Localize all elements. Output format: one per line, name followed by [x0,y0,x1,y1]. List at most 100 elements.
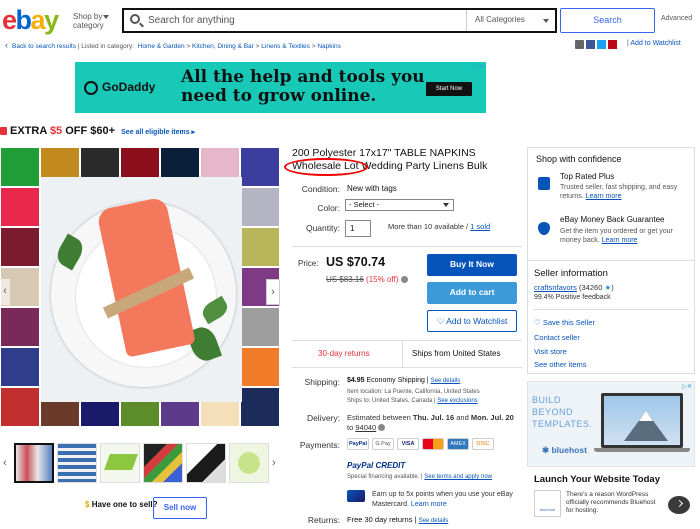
highlight-circle [284,158,368,176]
back-to-results-link[interactable]: Back to search results [12,43,76,50]
ad-banner[interactable]: GoDaddy All the help and tools you need … [75,62,486,113]
returns-value: Free 30 day returns | See details [347,515,449,524]
coupon-icon [0,127,7,135]
sell-now-button[interactable]: Sell now [153,497,207,519]
next-image-button[interactable]: › [266,279,280,305]
dollar-icon: $ [85,500,90,509]
pinterest-icon[interactable] [608,40,617,50]
divider [292,367,522,368]
thumbnail-3[interactable] [100,443,140,483]
add-to-cart-button[interactable]: Add to cart [427,282,517,304]
payment-methods: PayPalG PayVISAMCAMEXDISC [347,438,497,450]
buy-it-now-button[interactable]: Buy It Now [427,254,517,276]
top-rated-icon [538,177,550,190]
seller-information-title: Seller information [534,268,608,279]
price-value: US $70.74 [326,255,386,269]
visa-icon: VISA [397,438,419,450]
returns-badge: 30-day returns [318,349,370,358]
breadcrumb-item-home-garden[interactable]: Home & Garden [138,43,185,50]
godaddy-icon [84,80,98,95]
divider [292,246,522,247]
color-swatch [0,147,40,187]
add-to-watchlist-top[interactable]: | Add to Watchlist [627,40,681,47]
color-swatch [240,147,280,187]
heart-icon: ♡ [436,316,445,326]
ad-cta-button[interactable]: Start Now [426,82,472,96]
see-other-items-link[interactable]: See other items [534,360,587,369]
thumbs-next-button[interactable]: › [272,457,276,469]
thumbnail-1[interactable] [14,443,54,483]
special-financing: Special financing available. | See terms… [347,474,492,480]
color-select[interactable]: - Select - [345,199,454,211]
ad-choices-icon[interactable]: ▷✕ [682,383,692,390]
condition-label: Condition: [301,184,340,194]
have-one-to-sell: $ Have one to sell? [85,500,158,509]
money-back-learn-more[interactable]: Learn more [602,237,638,244]
color-swatch [0,187,40,227]
money-back-title: eBay Money Back Guarantee [560,215,665,224]
ebay-logo[interactable]: ebay [2,4,59,36]
email-icon[interactable] [575,40,584,50]
napkin-thumb [104,454,138,470]
visit-store-link[interactable]: Visit store [534,347,567,356]
shipping-cost: $4.95 Economy Shipping | See details [347,377,461,384]
quantity-input[interactable]: 1 [345,220,371,237]
color-swatch [0,347,40,387]
chevron-left-icon: ‹ [5,40,8,50]
sold-link[interactable]: 1 sold [470,222,490,231]
top-rated-desc: Trusted seller, fast shipping, and easy … [560,184,678,200]
seller-name-link[interactable]: craftsnfavors [534,283,577,292]
breadcrumb-item-linens[interactable]: Linens & Textiles [261,43,310,50]
search-input[interactable]: Search for anything [148,15,235,26]
promo-banner: EXTRA $5 OFF $60+ See all eligible items… [0,125,195,137]
top-rated-learn-more[interactable]: Learn more [586,193,622,200]
info-icon[interactable] [400,276,408,283]
facebook-icon[interactable] [586,40,595,50]
advanced-search-link[interactable]: Advanced [661,15,692,22]
search-button[interactable]: Search [560,8,655,33]
delivery-estimate: Estimated between Thu. Jul. 16 and Mon. … [347,413,514,432]
chevron-right-icon[interactable] [668,496,690,514]
ad-headline: All the help and tools you need to grow … [181,67,425,106]
shop-with-confidence-title: Shop with confidence [536,154,622,164]
was-price: US $83.16 (15% off) [326,275,408,284]
see-terms-link[interactable]: See terms and apply now [424,474,492,480]
color-swatch [240,347,280,387]
category-select[interactable]: All Categories [466,10,555,31]
twitter-icon[interactable] [597,40,606,50]
prev-image-button[interactable]: ‹ [0,279,10,305]
thumbnail-5[interactable] [186,443,226,483]
breadcrumb-item-kitchen[interactable]: Kitchen, Dining & Bar [192,43,254,50]
add-to-watchlist-button[interactable]: ♡ Add to Watchlist [427,310,517,332]
ships-to: Ships to: United States, Canada | See ex… [347,398,478,404]
quantity-label: Quantity: [305,223,340,233]
thumbnail-2[interactable] [57,443,97,483]
contact-seller-link[interactable]: Contact seller [534,333,580,342]
see-exclusions-link[interactable]: See exclusions [437,398,477,404]
save-seller-link[interactable]: ♡ Save this Seller [534,318,595,327]
info-icon[interactable] [378,424,386,431]
thumbnail-4[interactable] [143,443,183,483]
ad-tagline: BUILD BEYOND TEMPLATES. [532,395,593,429]
earn-points: Earn up to 5x points when you use your e… [372,491,513,508]
heart-icon: ♡ [534,318,541,327]
ad-choices-icon[interactable]: ▷✕ [474,63,484,70]
shop-by-category[interactable]: Shop by category [73,12,104,30]
chevron-down-icon [103,15,109,19]
side-ad-title[interactable]: Launch Your Website Today [534,474,660,485]
returns-details-link[interactable]: See details [419,518,449,524]
color-swatch [0,227,40,267]
main-product-image[interactable] [41,177,242,402]
see-eligible-items-link[interactable]: See all eligible items ▸ [121,129,195,136]
ships-from: Ships from United States [412,349,501,358]
thumbnail-6[interactable] [229,443,269,483]
thumbs-prev-button[interactable]: ‹ [3,457,7,469]
bluehost-ad[interactable]: BUILD BEYOND TEMPLATES. ✱ bluehost ▷✕ [527,381,695,467]
bluehost-thumb: bluehost [534,490,561,517]
ebay-mastercard-icon [347,490,365,502]
breadcrumb-item-napkins[interactable]: Napkins [317,43,340,50]
shipping-details-link[interactable]: See details [431,378,461,384]
side-ad-desc: There's a reason WordPress officially re… [566,491,656,514]
learn-more-link[interactable]: Learn more [411,501,447,508]
breadcrumb: ‹ Back to search results | Listed in cate… [5,40,341,50]
